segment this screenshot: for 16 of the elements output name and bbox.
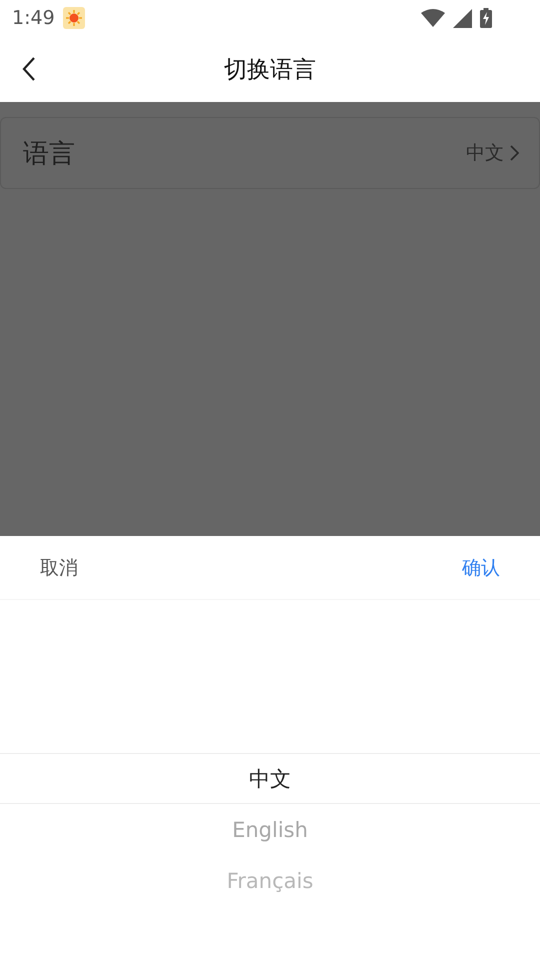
row-label: 语言 <box>23 138 76 170</box>
cancel-button[interactable]: 取消 <box>28 550 90 584</box>
language-option[interactable]: English <box>0 804 540 855</box>
language-option[interactable]: Français <box>0 855 540 906</box>
sun-icon <box>62 7 85 29</box>
confirm-button[interactable]: 确认 <box>450 550 512 584</box>
language-row[interactable]: 语言 中文 <box>0 117 540 189</box>
language-option[interactable]: 中文 <box>0 753 540 804</box>
chevron-right-icon <box>510 145 519 161</box>
battery-icon <box>480 8 492 28</box>
signal-icon <box>453 8 472 28</box>
page-title: 切换语言 <box>224 56 316 84</box>
row-value: 中文 <box>466 141 504 166</box>
wifi-icon <box>421 9 445 27</box>
status-time: 1:49 <box>12 7 55 29</box>
back-icon <box>22 56 36 82</box>
